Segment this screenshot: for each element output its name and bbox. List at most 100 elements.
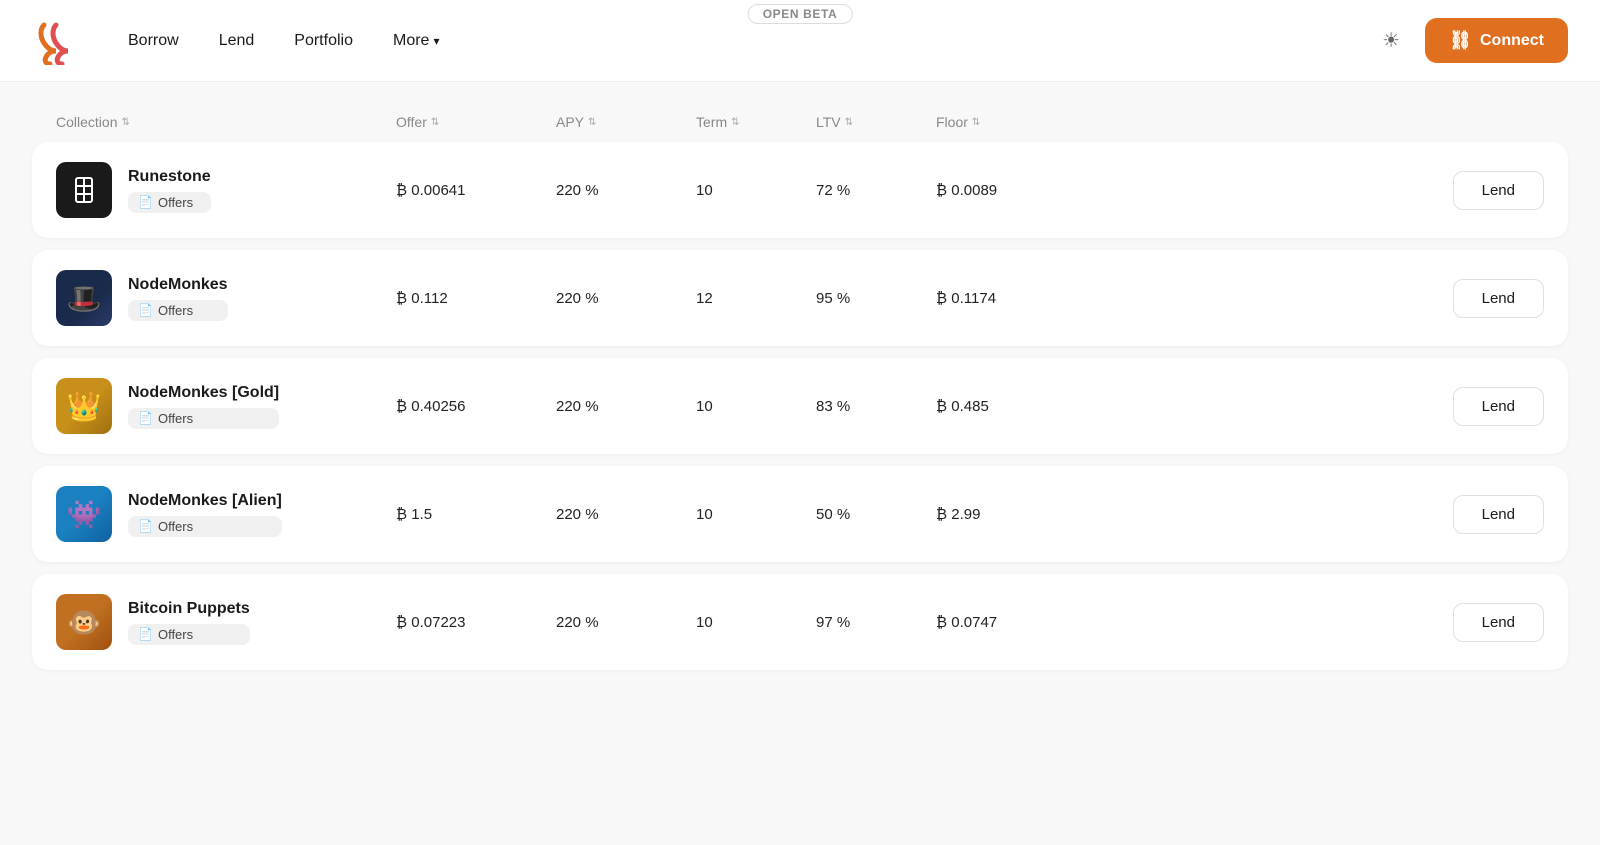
offers-label: Offers bbox=[158, 195, 193, 210]
offer-value: ₿ 1.5 bbox=[396, 506, 556, 523]
action-cell: Lend bbox=[1116, 279, 1544, 318]
ltv-value: 50 % bbox=[816, 506, 936, 523]
offers-badge[interactable]: 📄 Offers bbox=[128, 516, 282, 537]
connect-button[interactable]: ⛓ Connect bbox=[1425, 18, 1568, 63]
apy-value: 220 % bbox=[556, 506, 696, 523]
col-floor[interactable]: Floor ⇅ bbox=[936, 114, 1116, 130]
offer-value: ₿ 0.07223 bbox=[396, 614, 556, 631]
col-ltv[interactable]: LTV ⇅ bbox=[816, 114, 936, 130]
nft-thumbnail: 🐵 bbox=[56, 594, 112, 650]
offers-badge[interactable]: 📄 Offers bbox=[128, 408, 279, 429]
offers-label: Offers bbox=[158, 303, 193, 318]
apy-value: 220 % bbox=[556, 614, 696, 631]
col-apy[interactable]: APY ⇅ bbox=[556, 114, 696, 130]
action-cell: Lend bbox=[1116, 495, 1544, 534]
col-term[interactable]: Term ⇅ bbox=[696, 114, 816, 130]
offers-badge[interactable]: 📄 Offers bbox=[128, 300, 228, 321]
sort-icon-floor: ⇅ bbox=[972, 117, 980, 128]
link-icon: ⛓ bbox=[1449, 30, 1472, 51]
table-row: 🎩 NodeMonkes 📄 Offers ₿ 0.112 220 % 12 9… bbox=[32, 250, 1568, 346]
lend-button[interactable]: Lend bbox=[1453, 279, 1544, 318]
sort-icon-ltv: ⇅ bbox=[845, 117, 853, 128]
nav-lend[interactable]: Lend bbox=[203, 24, 271, 58]
offers-badge[interactable]: 📄 Offers bbox=[128, 192, 211, 213]
apy-value: 220 % bbox=[556, 182, 696, 199]
collection-name: NodeMonkes [Gold] bbox=[128, 384, 279, 402]
table-body: Runestone 📄 Offers ₿ 0.00641 220 % 10 72… bbox=[32, 142, 1568, 670]
ltv-value: 83 % bbox=[816, 398, 936, 415]
table-row: 🐵 Bitcoin Puppets 📄 Offers ₿ 0.07223 220… bbox=[32, 574, 1568, 670]
sort-icon-term: ⇅ bbox=[731, 117, 739, 128]
offers-label: Offers bbox=[158, 627, 193, 642]
sun-icon: ☀ bbox=[1382, 28, 1400, 53]
document-icon: 📄 bbox=[138, 303, 153, 317]
term-value: 10 bbox=[696, 398, 816, 415]
header-right: ☀ ⛓ Connect bbox=[1373, 18, 1568, 63]
action-cell: Lend bbox=[1116, 171, 1544, 210]
collection-info: Runestone 📄 Offers bbox=[128, 168, 211, 213]
collection-name: NodeMonkes bbox=[128, 276, 228, 294]
collection-info: NodeMonkes [Alien] 📄 Offers bbox=[128, 492, 282, 537]
action-cell: Lend bbox=[1116, 387, 1544, 426]
offers-badge[interactable]: 📄 Offers bbox=[128, 624, 250, 645]
sort-icon-offer: ⇅ bbox=[431, 117, 439, 128]
collection-cell: 🐵 Bitcoin Puppets 📄 Offers bbox=[56, 594, 396, 650]
term-value: 10 bbox=[696, 614, 816, 631]
lend-button[interactable]: Lend bbox=[1453, 387, 1544, 426]
sort-icon-apy: ⇅ bbox=[588, 117, 596, 128]
collection-name: NodeMonkes [Alien] bbox=[128, 492, 282, 510]
collection-name: Runestone bbox=[128, 168, 211, 186]
nav-more[interactable]: More ▾ bbox=[377, 24, 455, 58]
floor-value: ₿ 0.0747 bbox=[936, 614, 1116, 631]
nft-thumbnail bbox=[56, 162, 112, 218]
col-offer[interactable]: Offer ⇅ bbox=[396, 114, 556, 130]
apy-value: 220 % bbox=[556, 290, 696, 307]
table-row: 👑 NodeMonkes [Gold] 📄 Offers ₿ 0.40256 2… bbox=[32, 358, 1568, 454]
document-icon: 📄 bbox=[138, 195, 153, 209]
beta-badge: OPEN BETA bbox=[748, 4, 853, 24]
lend-button[interactable]: Lend bbox=[1453, 495, 1544, 534]
collection-info: NodeMonkes [Gold] 📄 Offers bbox=[128, 384, 279, 429]
floor-value: ₿ 0.1174 bbox=[936, 290, 1116, 307]
document-icon: 📄 bbox=[138, 411, 153, 425]
table-row: 👾 NodeMonkes [Alien] 📄 Offers ₿ 1.5 220 … bbox=[32, 466, 1568, 562]
nft-thumbnail: 👾 bbox=[56, 486, 112, 542]
term-value: 10 bbox=[696, 506, 816, 523]
floor-value: ₿ 0.0089 bbox=[936, 182, 1116, 199]
nav: Borrow Lend Portfolio More ▾ bbox=[112, 24, 1373, 58]
floor-value: ₿ 0.485 bbox=[936, 398, 1116, 415]
nft-thumbnail: 👑 bbox=[56, 378, 112, 434]
table-header: Collection ⇅ Offer ⇅ APY ⇅ Term ⇅ LTV ⇅ … bbox=[32, 114, 1568, 142]
nav-portfolio[interactable]: Portfolio bbox=[278, 24, 369, 58]
collection-cell: 🎩 NodeMonkes 📄 Offers bbox=[56, 270, 396, 326]
lend-button[interactable]: Lend bbox=[1453, 603, 1544, 642]
offers-label: Offers bbox=[158, 519, 193, 534]
ltv-value: 97 % bbox=[816, 614, 936, 631]
chevron-down-icon: ▾ bbox=[433, 34, 439, 48]
offer-value: ₿ 0.40256 bbox=[396, 398, 556, 415]
collection-info: Bitcoin Puppets 📄 Offers bbox=[128, 600, 250, 645]
floor-value: ₿ 2.99 bbox=[936, 506, 1116, 523]
nav-borrow[interactable]: Borrow bbox=[112, 24, 195, 58]
apy-value: 220 % bbox=[556, 398, 696, 415]
collection-info: NodeMonkes 📄 Offers bbox=[128, 276, 228, 321]
collection-cell: 👑 NodeMonkes [Gold] 📄 Offers bbox=[56, 378, 396, 434]
offer-value: ₿ 0.00641 bbox=[396, 182, 556, 199]
ltv-value: 72 % bbox=[816, 182, 936, 199]
sort-icon-collection: ⇅ bbox=[121, 117, 129, 128]
document-icon: 📄 bbox=[138, 627, 153, 641]
ltv-value: 95 % bbox=[816, 290, 936, 307]
term-value: 12 bbox=[696, 290, 816, 307]
offers-label: Offers bbox=[158, 411, 193, 426]
collection-cell: 👾 NodeMonkes [Alien] 📄 Offers bbox=[56, 486, 396, 542]
action-cell: Lend bbox=[1116, 603, 1544, 642]
col-collection[interactable]: Collection ⇅ bbox=[56, 114, 396, 130]
theme-toggle[interactable]: ☀ bbox=[1373, 23, 1409, 59]
collection-name: Bitcoin Puppets bbox=[128, 600, 250, 618]
main-content: Collection ⇅ Offer ⇅ APY ⇅ Term ⇅ LTV ⇅ … bbox=[0, 82, 1600, 670]
document-icon: 📄 bbox=[138, 519, 153, 533]
lend-button[interactable]: Lend bbox=[1453, 171, 1544, 210]
header: Borrow Lend Portfolio More ▾ OPEN BETA ☀… bbox=[0, 0, 1600, 82]
offer-value: ₿ 0.112 bbox=[396, 290, 556, 307]
logo[interactable] bbox=[32, 17, 80, 65]
